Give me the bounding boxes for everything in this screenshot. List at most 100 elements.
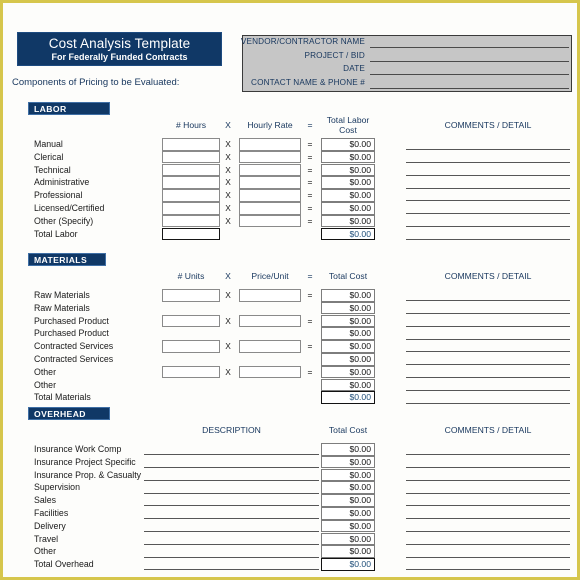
comments-input[interactable] (406, 403, 570, 404)
multiply-operator: X (223, 316, 233, 326)
quantity-input[interactable] (162, 138, 220, 151)
quantity-input[interactable] (162, 189, 220, 202)
rate-input[interactable] (239, 340, 301, 353)
row-total-value: $0.00 (321, 302, 375, 315)
vendor-field-input[interactable] (370, 61, 569, 62)
vendor-field-input[interactable] (370, 74, 569, 75)
quantity-input[interactable] (162, 202, 220, 215)
table-row: Raw MaterialsX=$0.00 (6, 289, 580, 302)
header-total-cost: Total Labor Cost (321, 116, 375, 135)
multiply-operator: X (223, 216, 233, 226)
table-row: Contracted Services$0.00 (6, 353, 580, 366)
row-label: Professional (34, 190, 82, 200)
rate-input[interactable] (239, 164, 301, 177)
rate-input[interactable] (239, 202, 301, 215)
row-total-value: $0.00 (321, 481, 375, 494)
row-label: Technical (34, 165, 71, 175)
equals-operator: = (305, 316, 315, 326)
row-label: Facilities (34, 508, 68, 518)
header-quantity: # Hours (162, 121, 220, 131)
table-row: Purchased Product$0.00 (6, 327, 580, 340)
row-label: Other (34, 380, 56, 390)
rate-input[interactable] (239, 151, 301, 164)
quantity-input[interactable] (162, 176, 220, 189)
row-total-value: $0.00 (321, 215, 375, 228)
quantity-input[interactable] (162, 340, 220, 353)
sheet-inner: Cost Analysis Template For Federally Fun… (6, 6, 574, 574)
table-row: Other $0.00 (6, 545, 580, 558)
header-rate: Price/Unit (239, 272, 301, 282)
table-row: Sales$0.00 (6, 494, 580, 507)
row-total-value: $0.00 (321, 379, 375, 392)
page-subtitle: For Federally Funded Contracts (18, 52, 221, 63)
header-quantity: # Units (162, 272, 220, 282)
equals-operator: = (305, 165, 315, 175)
table-row: Total Materials$0.00 (6, 391, 580, 404)
section-total-value: $0.00 (321, 391, 375, 404)
header-description: DESCRIPTION (144, 426, 319, 436)
quantity-input[interactable] (162, 215, 220, 228)
section-badge-labor: LABOR (28, 102, 110, 115)
vendor-field-row: DATE (243, 64, 571, 77)
row-label: Insurance Work Comp (34, 444, 121, 454)
rate-input[interactable] (239, 189, 301, 202)
section-total-value: $0.00 (321, 228, 375, 241)
row-label: Other (Specify) (34, 216, 93, 226)
vendor-field-row: PROJECT / BID (243, 51, 571, 64)
row-total-value: $0.00 (321, 189, 375, 202)
quantity-input[interactable] (162, 366, 220, 379)
row-total-value: $0.00 (321, 533, 375, 546)
row-total-value: $0.00 (321, 315, 375, 328)
rate-input[interactable] (239, 176, 301, 189)
vendor-field-input[interactable] (370, 88, 569, 89)
page-title: Cost Analysis Template (18, 33, 221, 52)
row-label: Contracted Services (34, 354, 113, 364)
table-row: ManualX=$0.00 (6, 138, 580, 151)
rate-input[interactable] (239, 366, 301, 379)
equals-operator: = (305, 367, 315, 377)
row-label: Supervision (34, 482, 80, 492)
row-total-value: $0.00 (321, 202, 375, 215)
row-total-value: $0.00 (321, 151, 375, 164)
rate-input[interactable] (239, 138, 301, 151)
equals-operator: = (305, 177, 315, 187)
vendor-field-row: VENDOR/CONTRACTOR NAME (243, 37, 571, 50)
row-total-value: $0.00 (321, 443, 375, 456)
multiply-operator: X (223, 165, 233, 175)
comments-input[interactable] (406, 239, 570, 240)
row-label: Other (34, 546, 56, 556)
table-row: Raw Materials$0.00 (6, 302, 580, 315)
total-hours-input[interactable] (162, 228, 220, 241)
multiply-operator: X (223, 177, 233, 187)
equals-operator: = (305, 216, 315, 226)
quantity-input[interactable] (162, 289, 220, 302)
comments-input[interactable] (406, 569, 570, 570)
row-total-value: $0.00 (321, 545, 375, 558)
equals-operator: = (305, 190, 315, 200)
vendor-field-label: PROJECT / BID (305, 51, 366, 60)
quantity-input[interactable] (162, 151, 220, 164)
document-title-block: Cost Analysis Template For Federally Fun… (17, 32, 222, 66)
multiply-operator: X (223, 367, 233, 377)
description-input[interactable] (144, 569, 319, 570)
header-comments: COMMENTS / DETAIL (406, 121, 570, 131)
rate-input[interactable] (239, 215, 301, 228)
quantity-input[interactable] (162, 315, 220, 328)
vendor-field-input[interactable] (370, 47, 569, 48)
table-row: TechnicalX=$0.00 (6, 164, 580, 177)
row-label: Total Overhead (34, 559, 94, 569)
row-total-value: $0.00 (321, 176, 375, 189)
table-row: AdministrativeX=$0.00 (6, 176, 580, 189)
table-row: Facilities$0.00 (6, 507, 580, 520)
header-comments: COMMENTS / DETAIL (406, 426, 570, 436)
table-row: Total Overhead$0.00 (6, 558, 580, 571)
quantity-input[interactable] (162, 164, 220, 177)
row-label: Clerical (34, 152, 63, 162)
vendor-field-row: CONTACT NAME & PHONE # (243, 78, 571, 91)
rate-input[interactable] (239, 289, 301, 302)
header-equals-operator: = (305, 121, 315, 131)
intro-text: Components of Pricing to be Evaluated: (12, 77, 179, 88)
row-label: Other (34, 367, 56, 377)
header-multiply-operator: X (223, 272, 233, 282)
rate-input[interactable] (239, 315, 301, 328)
